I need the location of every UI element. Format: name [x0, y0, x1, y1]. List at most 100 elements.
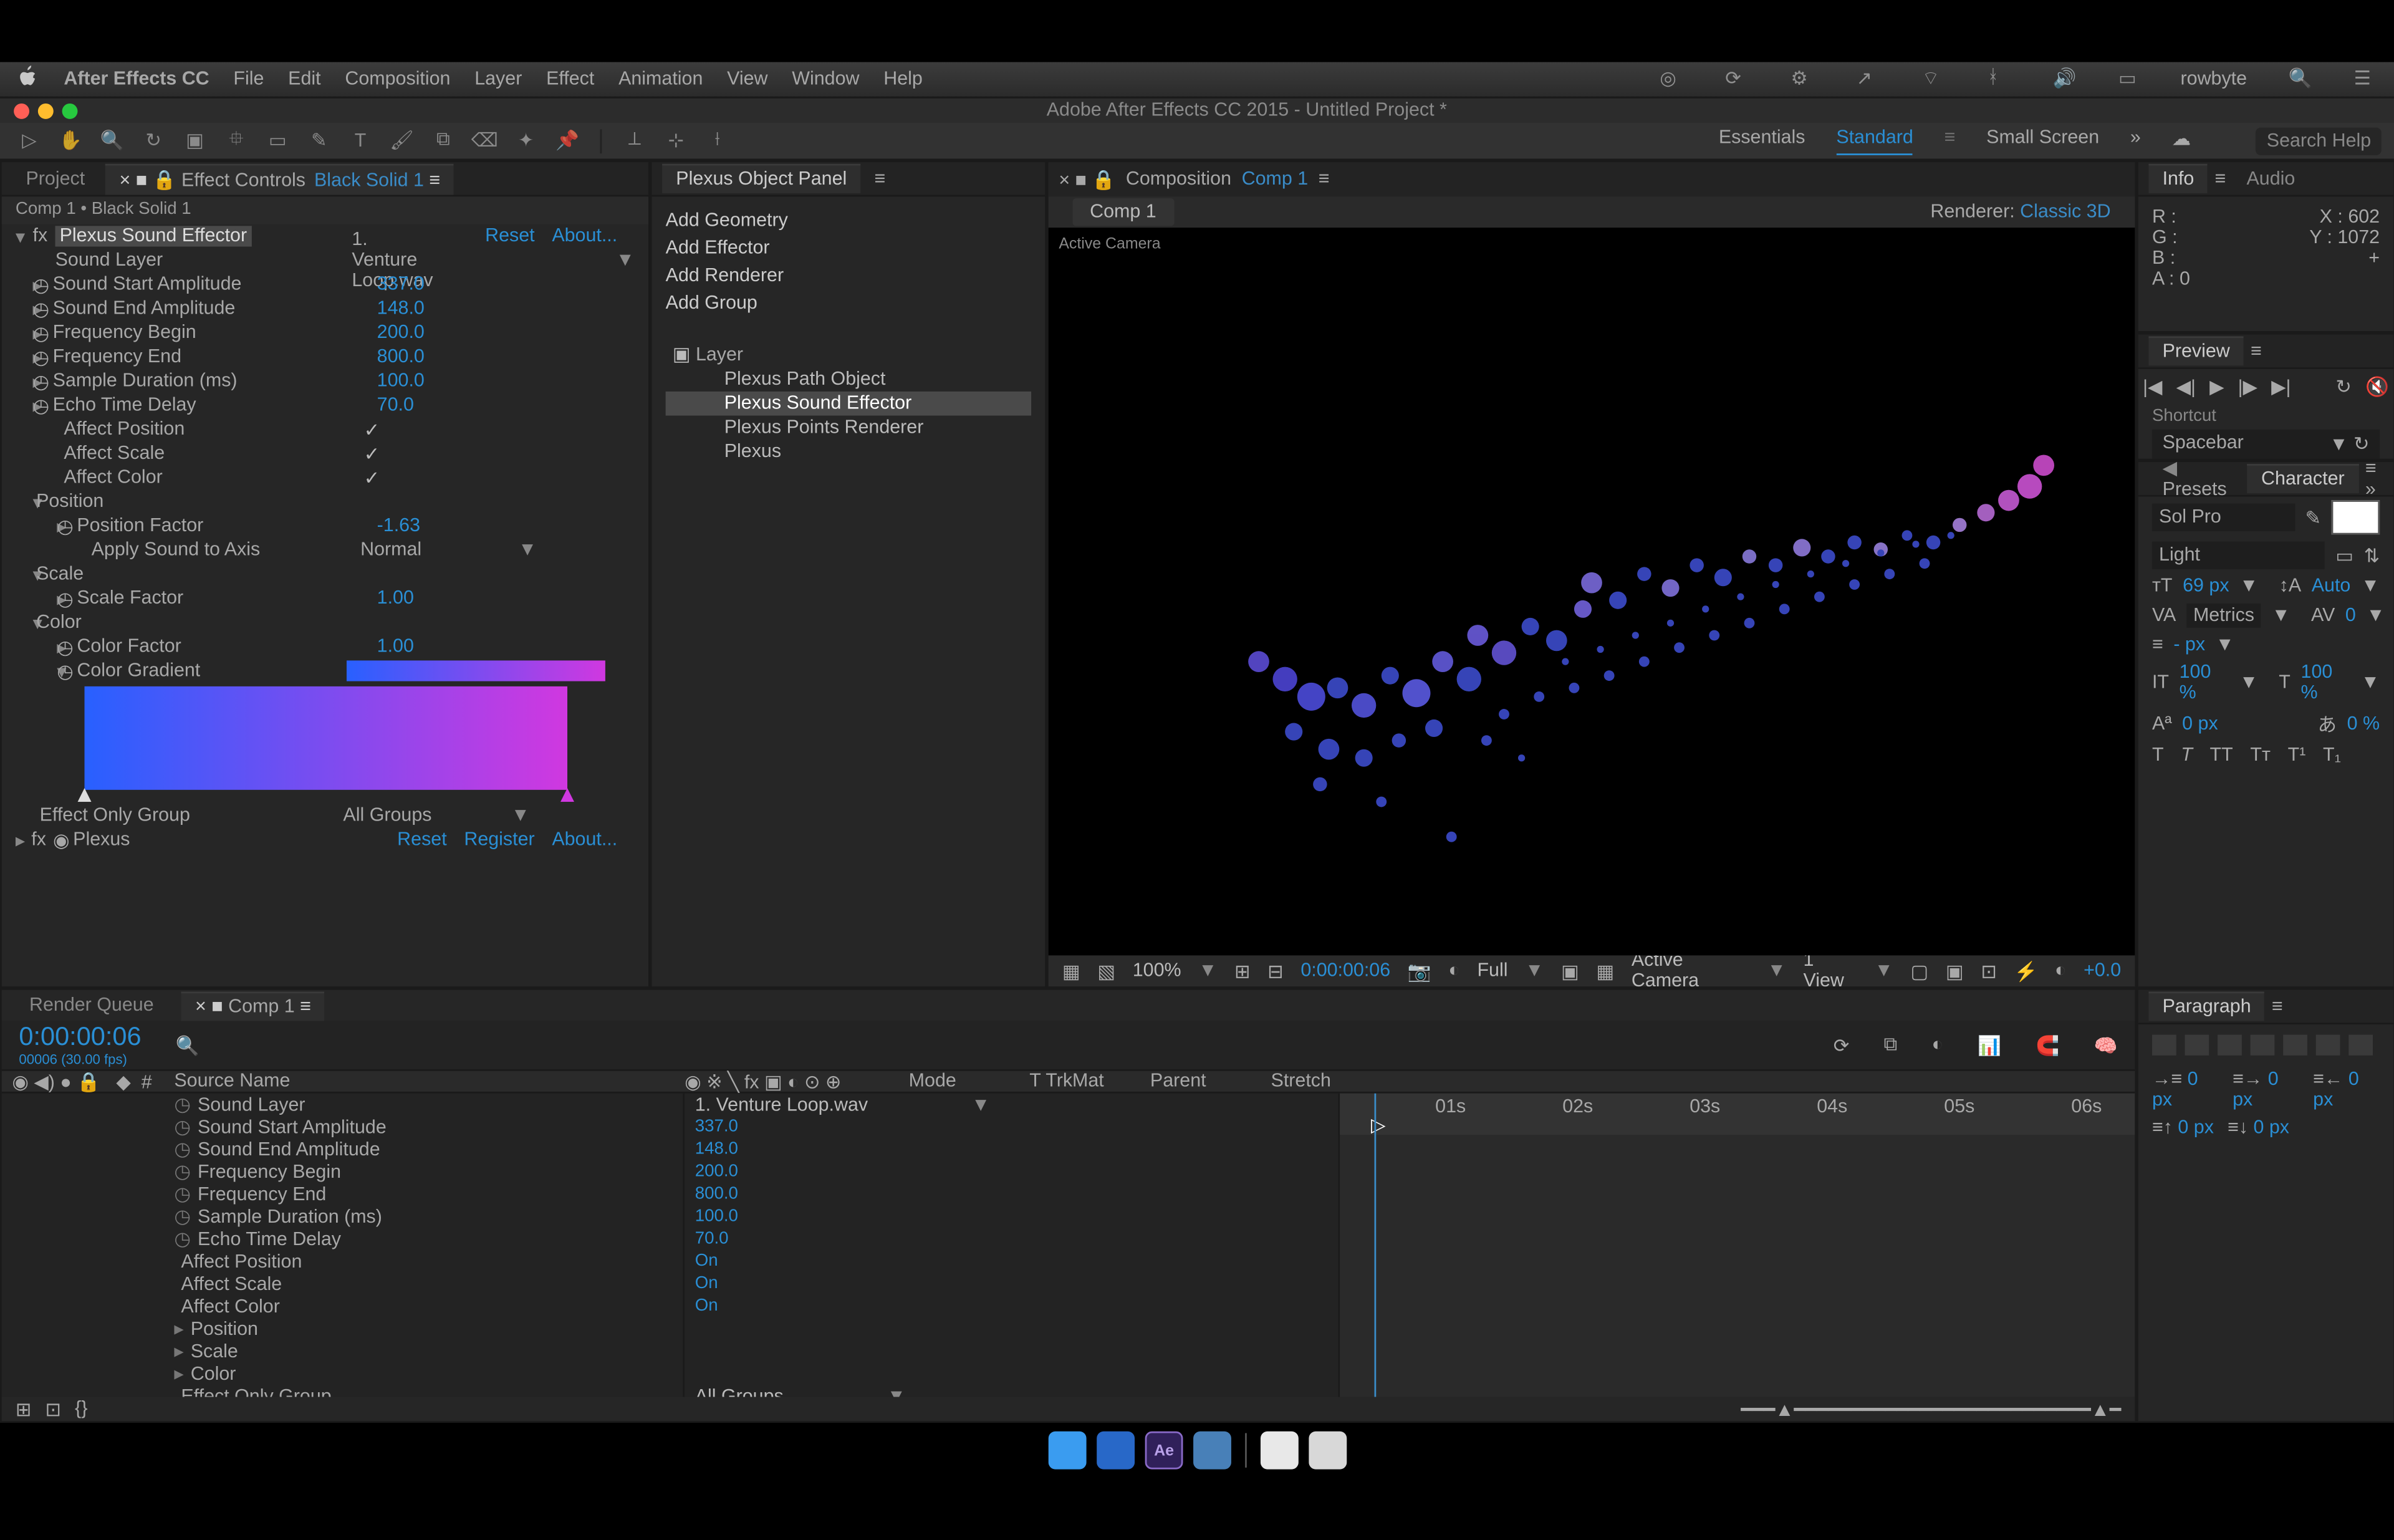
tree-node[interactable]: Plexus Points Renderer: [666, 416, 1031, 440]
playhead[interactable]: [1375, 1094, 1377, 1397]
superscript-icon[interactable]: T¹: [2288, 745, 2306, 766]
h100b[interactable]: 100 %: [2301, 662, 2351, 703]
toggle-switches-icon[interactable]: ⊡: [46, 1398, 61, 1420]
stroke-icon[interactable]: ▭: [2335, 544, 2353, 567]
tab-project[interactable]: Project: [12, 165, 99, 192]
justify-center-icon[interactable]: [2283, 1035, 2307, 1056]
vscale-value[interactable]: - px: [2173, 635, 2205, 655]
time-ruler[interactable]: 01s 02s 03s 04s 05s 06s ▷: [1340, 1094, 2135, 1135]
dock-app-icon[interactable]: [1193, 1432, 1231, 1470]
dock-folder-icon[interactable]: [1261, 1432, 1299, 1470]
loop-icon[interactable]: ↻: [2335, 375, 2351, 398]
val-fb[interactable]: 200.0: [377, 322, 425, 343]
zoom-icon[interactable]: [62, 103, 78, 118]
menu-icon[interactable]: ☰: [2354, 67, 2378, 92]
puppet-tool-icon[interactable]: 📌: [552, 127, 583, 154]
region-icon[interactable]: ▣: [1561, 960, 1579, 982]
val-sea[interactable]: 148.0: [377, 299, 425, 319]
timeline-prop-row[interactable]: Affect Scale: [2, 1273, 683, 1295]
timeline-prop-value[interactable]: [685, 1317, 1338, 1340]
tab-plexus[interactable]: Plexus Object Panel: [662, 164, 860, 193]
leading-value[interactable]: Auto: [2312, 576, 2351, 597]
prev-frame-icon[interactable]: ◀|: [2176, 375, 2196, 398]
frame-blend-icon[interactable]: ⧉: [1884, 1034, 1898, 1056]
allcaps-icon[interactable]: TT: [2210, 745, 2233, 766]
bluetooth-icon[interactable]: ᚼ: [1988, 67, 2012, 92]
stopwatch-icon[interactable]: ◷: [33, 273, 50, 296]
indent-left[interactable]: 0 px: [2152, 1069, 2198, 1110]
status-icon[interactable]: ↗: [1857, 67, 1881, 92]
menu-effect[interactable]: Effect: [546, 69, 594, 90]
tab-effect-controls[interactable]: × ■ 🔒 Effect Controls Black Solid 1 ≡: [105, 163, 454, 194]
render-icon[interactable]: ⚡: [2014, 960, 2037, 982]
selection-tool-icon[interactable]: ▷: [14, 127, 45, 154]
stopwatch-icon[interactable]: ◷: [33, 394, 50, 416]
add-renderer-link[interactable]: Add Renderer: [666, 262, 1031, 289]
justify-all-icon[interactable]: [2348, 1035, 2373, 1056]
timeline-prop-value[interactable]: 200.0: [685, 1161, 1338, 1183]
wifi-icon[interactable]: ⌔: [1922, 67, 1946, 92]
col-source[interactable]: Source Name: [174, 1071, 685, 1092]
timeline-prop-row[interactable]: Effect Only Group: [2, 1385, 683, 1397]
app-name[interactable]: After Effects CC: [64, 69, 209, 90]
dock-ae-icon[interactable]: Ae: [1145, 1432, 1183, 1470]
timeline-prop-value[interactable]: On: [685, 1250, 1338, 1273]
menu-file[interactable]: File: [233, 69, 264, 90]
eye-icon[interactable]: ◉: [53, 829, 70, 851]
fx-toggle-icon[interactable]: fx: [33, 226, 48, 246]
checkbox[interactable]: ✓: [364, 466, 380, 489]
stopwatch-icon[interactable]: ◷: [57, 587, 74, 610]
indent-right[interactable]: 0 px: [2313, 1069, 2359, 1110]
comp-name[interactable]: Comp 1: [1242, 169, 1309, 190]
val-pf[interactable]: -1.63: [377, 516, 420, 536]
align-center-icon[interactable]: [2185, 1035, 2209, 1056]
type-tool-icon[interactable]: T: [345, 127, 376, 154]
tree-node-selected[interactable]: Plexus Sound Effector: [666, 392, 1031, 416]
play-icon[interactable]: ▶: [2209, 375, 2224, 398]
res-icon[interactable]: ⊞: [1234, 960, 1250, 982]
tab-audio[interactable]: Audio: [2233, 165, 2309, 192]
zoom-slider[interactable]: ━━━▲━━━━━━━━━━━━━━━━━━━━━━━━━━▲━: [1741, 1398, 2121, 1420]
guides-icon[interactable]: ▦: [1596, 960, 1614, 982]
timeline-prop-row[interactable]: ▸Position: [2, 1317, 683, 1340]
smallcaps-icon[interactable]: Tᴛ: [2250, 745, 2271, 766]
gradient-editor[interactable]: [85, 686, 567, 790]
menu-help[interactable]: Help: [883, 69, 923, 90]
timeline-icon[interactable]: ⊡: [1981, 960, 1996, 982]
gradient-preview[interactable]: [346, 660, 605, 680]
effect-name[interactable]: Plexus Sound Effector: [54, 226, 252, 246]
col-trkmat[interactable]: T TrkMat: [1029, 1071, 1150, 1092]
register-link[interactable]: Register: [464, 829, 534, 850]
toggle-switches-icon[interactable]: ⊞: [16, 1398, 31, 1420]
rotate-tool-icon[interactable]: ↻: [138, 127, 169, 154]
subscript-icon[interactable]: T₁: [2323, 745, 2341, 766]
search-icon[interactable]: 🔍: [176, 1034, 200, 1056]
flag-icon[interactable]: ▭: [2118, 67, 2143, 92]
timeline-prop-row[interactable]: ◷Echo Time Delay: [2, 1228, 683, 1250]
timeline-prop-row[interactable]: ◷Sound End Amplitude: [2, 1138, 683, 1161]
space-after[interactable]: 0 px: [2254, 1117, 2290, 1138]
brush-tool-icon[interactable]: 🖌: [387, 127, 418, 154]
roto-tool-icon[interactable]: ✦: [511, 127, 542, 154]
timeline-prop-value[interactable]: 70.0: [685, 1228, 1338, 1250]
italic-icon[interactable]: T: [2181, 745, 2193, 766]
shy-icon[interactable]: ⟳: [1834, 1034, 1849, 1056]
timeline-prop-row[interactable]: ◷Sound Layer: [2, 1094, 683, 1116]
timeline-prop-value[interactable]: 800.0: [685, 1183, 1338, 1205]
last-frame-icon[interactable]: ▶|: [2271, 375, 2291, 398]
swap-icon[interactable]: ⇅: [2364, 544, 2380, 567]
menu-animation[interactable]: Animation: [618, 69, 703, 90]
tracking-value[interactable]: 0: [2345, 605, 2356, 626]
eyedropper-icon[interactable]: ✎: [2305, 506, 2321, 529]
workspace-standard[interactable]: Standard: [1836, 127, 1913, 154]
dock-app-icon[interactable]: [1049, 1432, 1087, 1470]
col-mode[interactable]: Mode: [909, 1071, 1030, 1092]
exposure-value[interactable]: +0.0: [2084, 961, 2121, 981]
timeline-prop-value[interactable]: On: [685, 1273, 1338, 1295]
zoom-tool-icon[interactable]: 🔍: [97, 127, 128, 154]
stopwatch-icon[interactable]: ◷: [57, 635, 74, 658]
zoom-dropdown[interactable]: 100%: [1133, 961, 1181, 981]
timeline-prop-row[interactable]: ▸Scale: [2, 1340, 683, 1362]
exposure-icon[interactable]: ◐: [2055, 961, 2066, 981]
val-etd[interactable]: 70.0: [377, 395, 414, 415]
